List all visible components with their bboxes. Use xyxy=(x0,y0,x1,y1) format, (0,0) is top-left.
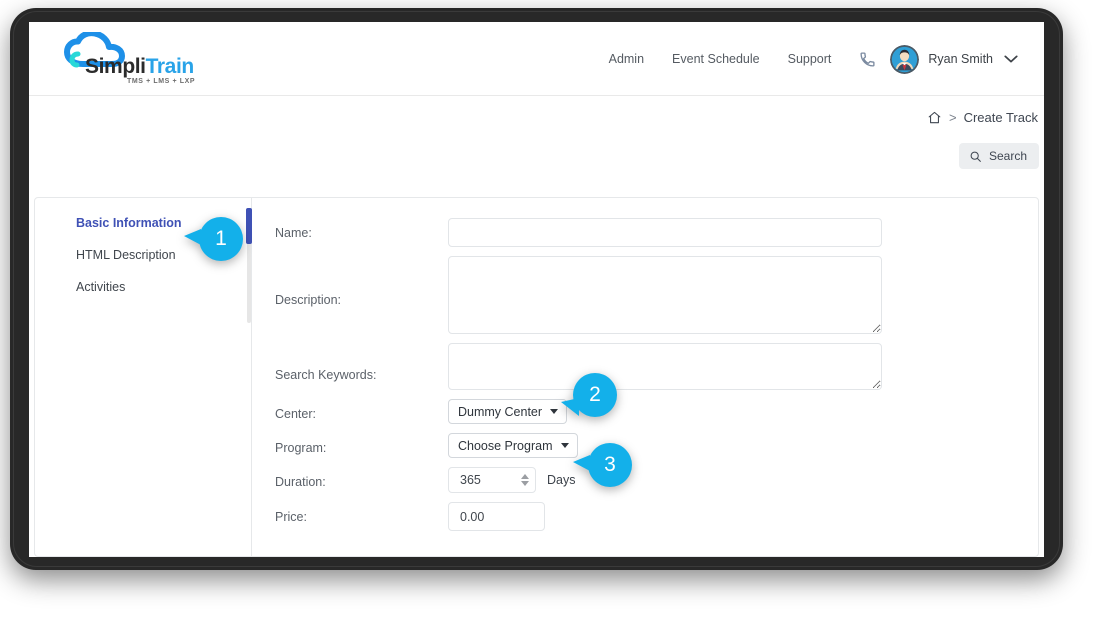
form-row-keywords: Search Keywords: xyxy=(275,343,1014,390)
spinner-down-icon[interactable] xyxy=(521,481,529,486)
center-label: Center: xyxy=(275,399,448,421)
callout-tail xyxy=(184,229,201,245)
callout-number: 1 xyxy=(215,227,227,251)
duration-unit-label: Days xyxy=(547,473,575,487)
search-icon xyxy=(969,150,982,163)
phone-icon[interactable] xyxy=(845,51,886,68)
chevron-down-icon[interactable] xyxy=(1004,54,1018,64)
form-row-program: Program: Choose Program xyxy=(275,433,1014,458)
create-track-card: Basic Information HTML Description Activ… xyxy=(34,197,1039,557)
callout-badge-2: 2 xyxy=(573,373,617,417)
program-label: Program: xyxy=(275,433,448,455)
callout-tail xyxy=(561,398,579,416)
price-input[interactable] xyxy=(448,502,545,531)
breadcrumb-separator: > xyxy=(949,110,957,125)
header-nav: Admin Event Schedule Support xyxy=(595,22,1018,96)
app-logo[interactable]: SimpliTrain TMS + LMS + LXP xyxy=(60,32,200,88)
callout-number: 3 xyxy=(604,453,616,477)
search-keywords-label: Search Keywords: xyxy=(275,343,448,382)
logo-text-primary: Simpli xyxy=(85,55,146,78)
description-input[interactable] xyxy=(448,256,882,334)
search-button-label: Search xyxy=(989,149,1027,163)
user-name[interactable]: Ryan Smith xyxy=(928,52,993,66)
nav-admin[interactable]: Admin xyxy=(595,52,658,66)
duration-control: 365 Days xyxy=(448,467,575,493)
center-select[interactable]: Dummy Center xyxy=(448,399,567,424)
spinner-icon[interactable] xyxy=(521,474,529,486)
form-row-center: Center: Dummy Center xyxy=(275,399,1014,424)
callout-number: 2 xyxy=(589,383,601,407)
chevron-down-icon xyxy=(550,409,558,414)
device-frame: SimpliTrain TMS + LMS + LXP Admin Event … xyxy=(10,8,1063,570)
breadcrumb-row: > Create Track xyxy=(29,96,1044,143)
search-button[interactable]: Search xyxy=(959,143,1039,169)
duration-label: Duration: xyxy=(275,467,448,489)
spinner-up-icon[interactable] xyxy=(521,474,529,479)
logo-text-secondary: Train xyxy=(146,55,194,78)
step-progress-track xyxy=(247,208,251,323)
nav-support[interactable]: Support xyxy=(774,52,846,66)
callout-badge-3: 3 xyxy=(588,443,632,487)
device-screen: SimpliTrain TMS + LMS + LXP Admin Event … xyxy=(29,22,1044,557)
chevron-down-glyph xyxy=(1004,54,1018,64)
price-label: Price: xyxy=(275,502,448,524)
chevron-down-icon xyxy=(561,443,569,448)
sidebar-item-activities[interactable]: Activities xyxy=(76,280,251,312)
duration-value: 365 xyxy=(460,473,521,487)
center-select-value: Dummy Center xyxy=(458,405,542,419)
avatar-icon xyxy=(890,45,919,74)
breadcrumb-current: Create Track xyxy=(964,110,1038,125)
duration-stepper[interactable]: 365 xyxy=(448,467,536,493)
name-label: Name: xyxy=(275,218,448,240)
form-row-duration: Duration: 365 Days xyxy=(275,467,1014,493)
program-select[interactable]: Choose Program xyxy=(448,433,578,458)
app-header: SimpliTrain TMS + LMS + LXP Admin Event … xyxy=(29,22,1044,96)
name-input[interactable] xyxy=(448,218,882,247)
search-keywords-input[interactable] xyxy=(448,343,882,390)
phone-icon-glyph xyxy=(859,51,876,68)
program-select-value: Choose Program xyxy=(458,439,553,453)
callout-badge-1: 1 xyxy=(199,217,243,261)
logo-wordmark: SimpliTrain xyxy=(85,55,194,79)
form-row-price: Price: xyxy=(275,502,1014,531)
breadcrumb: > Create Track xyxy=(927,110,1038,125)
logo-tagline: TMS + LMS + LXP xyxy=(127,78,195,85)
callout-tail xyxy=(573,455,590,471)
nav-event-schedule[interactable]: Event Schedule xyxy=(658,52,774,66)
search-row: Search xyxy=(29,143,1044,187)
step-progress-fill xyxy=(246,208,252,244)
form-row-name: Name: xyxy=(275,218,1014,247)
basic-information-form: Name: Description: Search Keywords: Cent… xyxy=(251,198,1038,556)
description-label: Description: xyxy=(275,256,448,307)
home-icon[interactable] xyxy=(927,110,942,125)
avatar[interactable] xyxy=(890,45,919,74)
form-row-description: Description: xyxy=(275,256,1014,334)
